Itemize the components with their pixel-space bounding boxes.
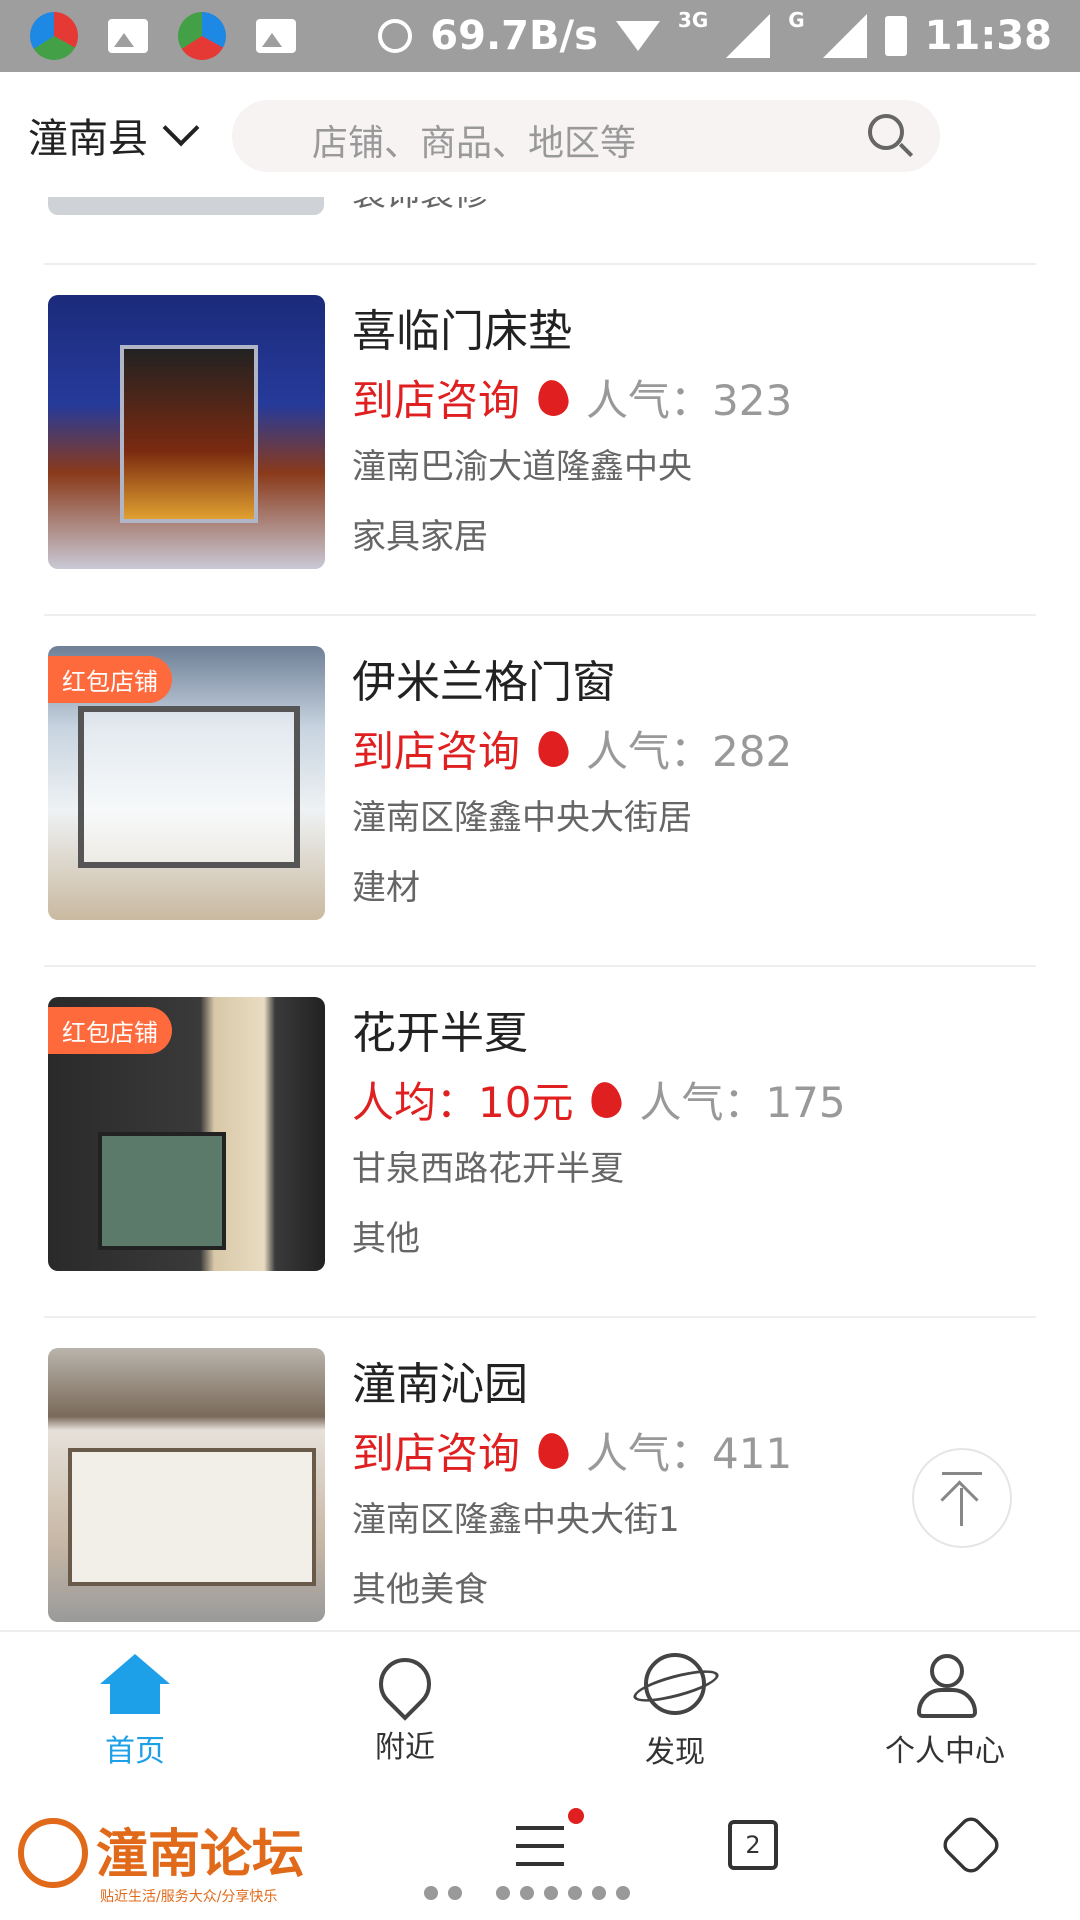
shop-meta: 人均：10元 人气：175 [352,1069,846,1130]
page-dot [568,1886,582,1900]
shop-category: 其他 [352,1219,420,1259]
page-dot [544,1886,558,1900]
signal-icon [822,14,867,58]
battery-icon [884,16,907,56]
tab-nearby[interactable]: 附近 [270,1632,540,1792]
location-label: 潼南县 [28,115,148,162]
shop-popularity: 人气：323 [586,376,793,425]
location-pin-icon [368,1647,442,1721]
fire-icon [535,728,571,769]
network-type-g: G [788,8,805,32]
arrow-up-icon [960,1488,963,1526]
back-to-top-button[interactable] [912,1448,1012,1548]
forum-logo-text: 潼南论坛 [96,1824,305,1885]
tab-label: 个人中心 [885,1734,1005,1769]
shop-price: 到店咨询 [352,1429,521,1478]
shop-meta: 到店咨询 人气：411 [352,1420,792,1481]
top-header: 潼南县 店铺、商品、地区等 [0,72,1080,197]
shop-popularity: 人气：175 [639,1078,846,1127]
shop-name: 花开半夏 [352,1008,528,1059]
red-packet-badge: 红包店铺 [48,1007,172,1054]
signal-icon [726,14,771,58]
person-icon [915,1654,977,1718]
shop-category: 装饰装修 [352,197,488,211]
page-dot [496,1886,510,1900]
shop-popularity: 人气：411 [586,1429,793,1478]
page-dot [616,1886,630,1900]
bottom-tab-bar: 首页 附近 发现 个人中心 [0,1630,1080,1792]
page-dot [520,1886,534,1900]
image-notification-icon [256,19,296,53]
shop-list-item[interactable]: 红包店铺 伊米兰格门窗 到店咨询 人气：282 潼南区隆鑫中央大街居 建材 [0,616,1080,967]
app-notification-icon [30,12,78,60]
page-dot [448,1886,462,1900]
fire-icon [588,1079,625,1120]
shop-price: 到店咨询 [352,727,521,776]
page-dot [424,1886,438,1900]
shop-category: 其他美食 [352,1570,488,1610]
shop-thumbnail[interactable] [48,295,325,569]
shop-address: 甘泉西路花开半夏 [352,1149,624,1189]
shop-name: 喜临门床垫 [352,306,572,357]
task-count: 2 [745,1831,761,1859]
fire-icon [535,377,571,418]
page-indicator [424,1886,630,1900]
shop-list-item[interactable]: 红包店铺 花开半夏 人均：10元 人气：175 甘泉西路花开半夏 其他 [0,967,1080,1318]
shop-meta: 到店咨询 人气：282 [352,718,792,779]
page-dot [472,1886,486,1900]
shop-address: 潼南区隆鑫中央大街1 [352,1500,680,1540]
tab-label: 首页 [105,1734,165,1769]
shop-thumbnail[interactable] [48,1348,325,1622]
shop-name: 潼南沁园 [352,1359,528,1410]
shop-thumbnail[interactable]: 红包店铺 [48,646,325,920]
search-placeholder: 店铺、商品、地区等 [312,123,637,164]
alarm-icon [378,19,413,53]
system-nav-bar: 潼南论坛 贴近生活/服务大众/分享快乐 2 [0,1790,1080,1920]
forum-logo-icon [18,1818,88,1888]
location-selector[interactable]: 潼南县 [28,106,200,164]
shop-popularity: 人气：282 [586,727,793,776]
shop-address: 潼南巴渝大道隆鑫中央 [352,447,692,487]
shop-thumbnail[interactable]: 红包店铺 [48,997,325,1271]
shop-thumbnail[interactable] [48,197,324,215]
wifi-icon [615,21,660,51]
fire-icon [535,1430,571,1471]
recent-tasks-icon[interactable]: 2 [728,1820,778,1870]
menu-icon[interactable] [516,1826,564,1874]
search-icon[interactable] [868,114,904,150]
tab-label: 附近 [375,1730,435,1765]
shop-category: 建材 [352,868,420,908]
clock: 11:38 [924,13,1052,59]
shop-price: 人均：10元 [352,1078,574,1127]
shop-name: 伊米兰格门窗 [352,657,616,708]
app-notification-icon [178,12,226,60]
forum-logo-subtitle: 贴近生活/服务大众/分享快乐 [100,1889,278,1905]
image-notification-icon [108,19,148,53]
status-bar: 69.7B/s 3G G 11:38 [0,0,1080,72]
shop-category: 家具家居 [352,517,488,557]
shop-price: 到店咨询 [352,376,521,425]
shop-address: 潼南区隆鑫中央大街居 [352,798,692,838]
shop-list-item[interactable]: 喜临门床垫 到店咨询 人气：323 潼南巴渝大道隆鑫中央 家具家居 [0,265,1080,616]
planet-icon [644,1653,706,1715]
chevron-down-icon [162,109,200,146]
tab-label: 发现 [645,1735,705,1770]
shop-meta: 到店咨询 人气：323 [352,367,792,428]
search-bar[interactable]: 店铺、商品、地区等 [232,100,940,172]
red-packet-badge: 红包店铺 [48,656,172,703]
notification-dot [568,1808,584,1824]
network-type-3g: 3G [677,8,709,32]
system-home-icon[interactable] [938,1812,1004,1878]
tab-profile[interactable]: 个人中心 [810,1632,1080,1792]
network-speed: 69.7B/s [430,13,598,59]
shop-list[interactable]: 装饰装修 喜临门床垫 到店咨询 人气：323 潼南巴渝大道隆鑫中央 家具家居 红… [0,197,1080,1630]
tab-home[interactable]: 首页 [0,1632,270,1792]
home-icon [100,1654,170,1714]
tab-discover[interactable]: 发现 [540,1632,810,1792]
page-dot [592,1886,606,1900]
